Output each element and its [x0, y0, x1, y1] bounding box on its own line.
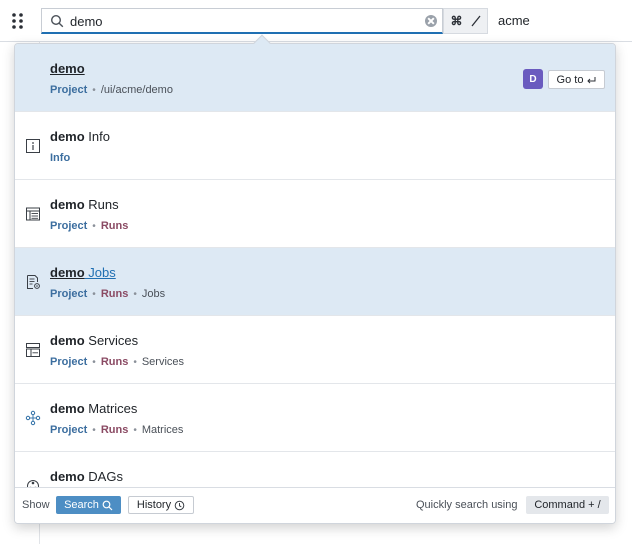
meta-project: Project: [50, 288, 88, 300]
global-search[interactable]: [41, 8, 443, 34]
keyboard-shortcut-hint: ⌘: [443, 8, 488, 34]
meta-runs: Runs: [100, 220, 129, 232]
meta-project: Project: [50, 84, 88, 96]
result-title: demo Jobs: [50, 265, 116, 280]
search-results-dropdown: demo Project • /ui/acme/demo D Go to dem…: [14, 43, 616, 524]
result-item-runs[interactable]: demo Runs Project • Runs: [15, 180, 615, 248]
enter-icon: [587, 76, 596, 83]
search-input[interactable]: [70, 12, 410, 30]
result-meta: Project • Runs • Jobs: [50, 288, 165, 300]
result-meta: Project • /ui/acme/demo: [50, 84, 173, 96]
runs-table-icon: [26, 207, 40, 221]
search-icon: [102, 500, 113, 510]
history-mode-button[interactable]: History: [128, 496, 194, 514]
matrices-icon: [25, 410, 41, 426]
quick-search-hint: Quickly search using: [416, 499, 518, 511]
history-icon: [174, 500, 185, 510]
dags-icon: [27, 480, 39, 487]
result-title: demo Services: [50, 333, 139, 348]
org-name[interactable]: acme: [498, 13, 530, 28]
result-item-matrices[interactable]: demo Matrices Project • Runs • Matrices: [15, 384, 615, 452]
meta-separator: •: [92, 84, 96, 96]
clear-search-icon[interactable]: [425, 15, 437, 27]
result-item-info[interactable]: demo Info Info: [15, 112, 615, 180]
meta-matrices: Matrices: [141, 424, 184, 436]
result-item-dags[interactable]: demo DAGs: [15, 452, 615, 487]
meta-project: Project: [50, 220, 88, 232]
meta-runs: Runs: [100, 356, 129, 368]
top-bar: ⌘ acme: [0, 0, 632, 42]
meta-info: Info: [50, 152, 71, 164]
meta-project: Project: [50, 424, 88, 436]
meta-separator: •: [92, 220, 96, 232]
result-title: demo Matrices: [50, 401, 138, 416]
result-item-services[interactable]: demo Services Project • Runs • Services: [15, 316, 615, 384]
jobs-icon: [27, 275, 40, 289]
meta-separator: •: [92, 424, 96, 436]
result-item-jobs[interactable]: demo Jobs Project • Runs • Jobs: [15, 248, 615, 316]
search-icon: [50, 14, 64, 28]
meta-separator: •: [133, 424, 137, 436]
project-avatar: D: [523, 69, 543, 89]
services-icon: [26, 343, 40, 357]
info-icon: [26, 139, 40, 153]
result-title: demo Info: [50, 129, 110, 144]
result-item-project[interactable]: demo Project • /ui/acme/demo D Go to: [15, 44, 615, 112]
meta-services: Services: [141, 356, 185, 368]
search-mode-button[interactable]: Search: [56, 496, 121, 514]
show-label: Show: [22, 499, 50, 511]
meta-separator: •: [133, 288, 137, 300]
result-title: demo DAGs: [50, 469, 123, 484]
meta-jobs: Jobs: [141, 288, 166, 300]
meta-separator: •: [92, 288, 96, 300]
command-shortcut-badge: Command + /: [526, 496, 609, 514]
dropdown-footer: Show Search History Quickly search using…: [15, 487, 615, 523]
result-meta: Project • Runs • Matrices: [50, 424, 183, 436]
slash-key-icon: [470, 15, 481, 27]
results-list: demo Project • /ui/acme/demo D Go to dem…: [15, 44, 615, 487]
meta-separator: •: [133, 356, 137, 368]
command-key: ⌘: [450, 14, 463, 28]
meta-runs: Runs: [100, 288, 129, 300]
result-meta: Project • Runs: [50, 220, 128, 232]
meta-runs: Runs: [100, 424, 129, 436]
go-to-button[interactable]: Go to: [548, 70, 605, 89]
result-meta: Info: [50, 152, 70, 164]
meta-separator: •: [92, 356, 96, 368]
result-title: demo: [50, 61, 85, 76]
meta-path: /ui/acme/demo: [100, 84, 173, 96]
result-meta: Project • Runs • Services: [50, 356, 184, 368]
result-title: demo Runs: [50, 197, 119, 212]
apps-grid-icon[interactable]: [11, 11, 29, 31]
meta-project: Project: [50, 356, 88, 368]
